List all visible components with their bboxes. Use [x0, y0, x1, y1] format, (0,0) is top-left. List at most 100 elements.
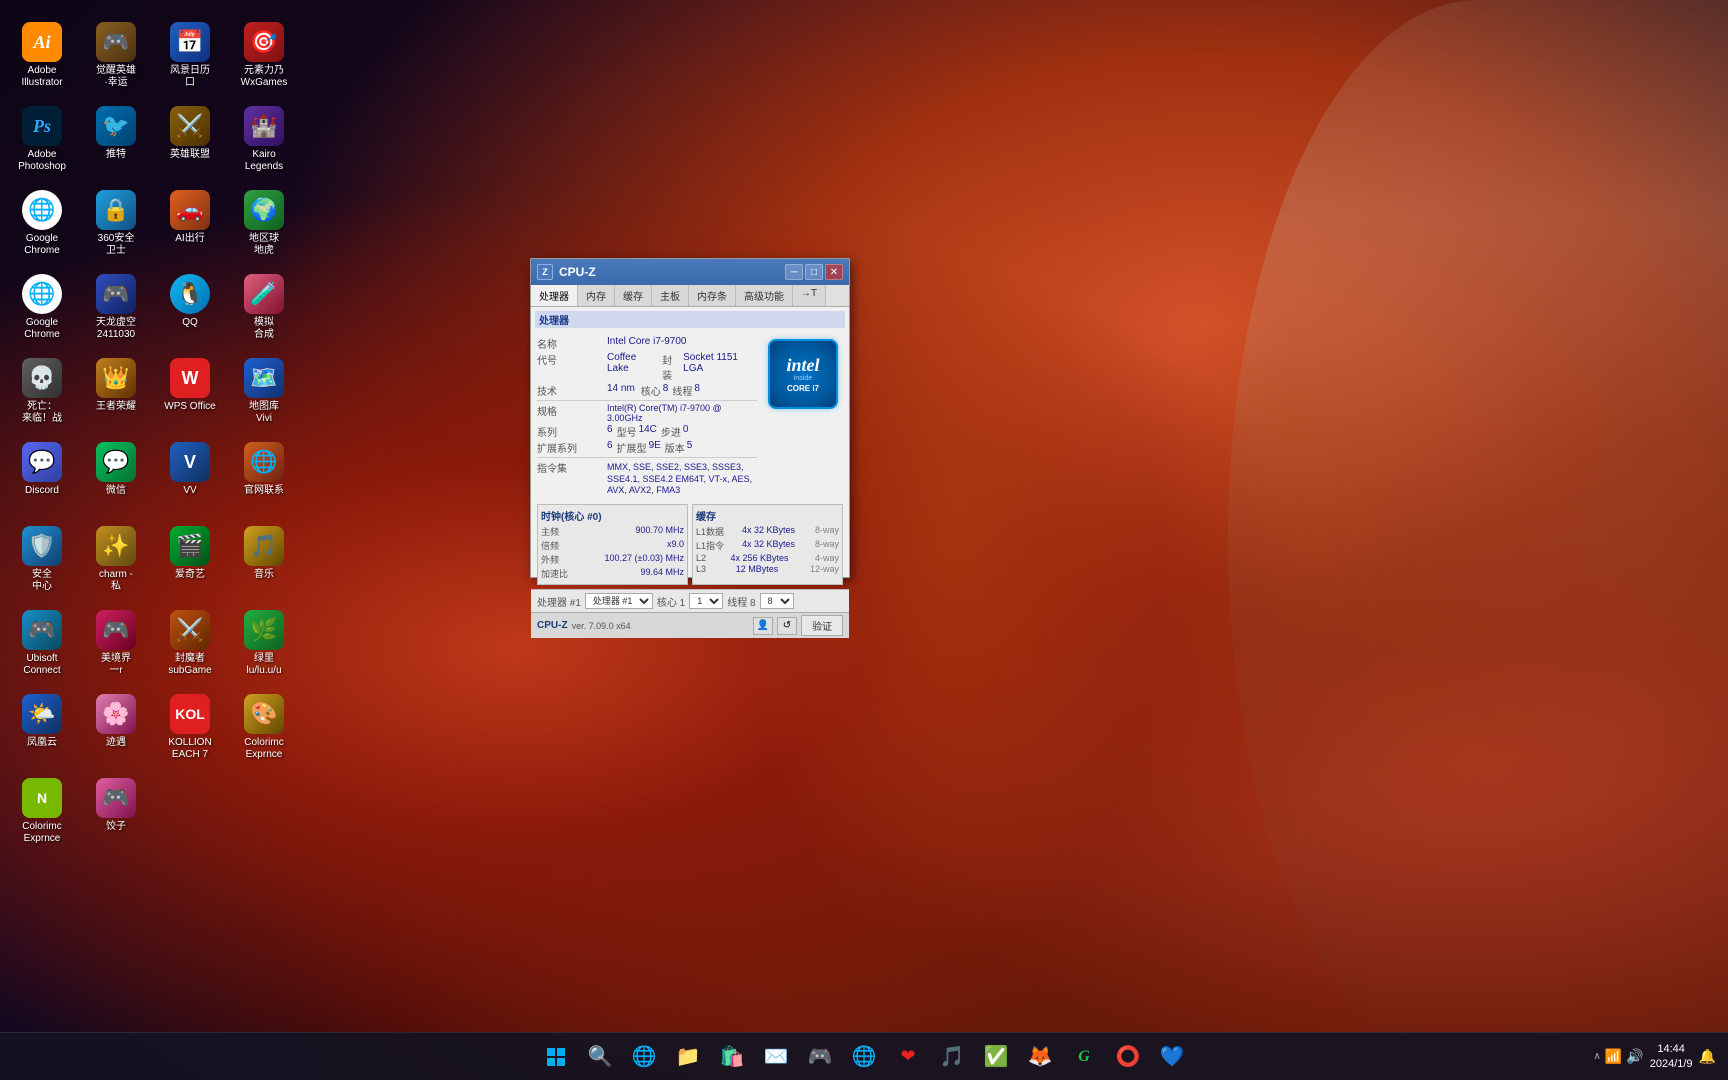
- cache-title: 缓存: [696, 508, 839, 523]
- desktop-icon-twitter[interactable]: 🐦 推特: [82, 102, 150, 182]
- cpu-threads-value: 8: [694, 383, 700, 398]
- wxgames-icon: 🎯: [244, 22, 284, 62]
- desktop-icon-fengwu[interactable]: 🎮 觉醒英雄·幸运: [82, 18, 150, 98]
- desktop-icon-nvidia[interactable]: N ColorimcExprnce: [8, 774, 76, 854]
- desktop-icon-fengyun[interactable]: 🌤️ 凤凰云: [8, 690, 76, 770]
- ubisoft-label: UbisoftConnect: [23, 653, 60, 677]
- desktop-icon-security[interactable]: 🛡️ 安全中心: [8, 522, 76, 602]
- desktop-icon-wechat[interactable]: 💬 微信: [82, 438, 150, 518]
- search-button[interactable]: 🔍: [580, 1037, 620, 1077]
- window-titlebar[interactable]: Z CPU-Z ─ □ ✕: [531, 259, 849, 285]
- desktop-icon-kairo[interactable]: 🏰 KairoLegends: [230, 102, 298, 182]
- maximize-button[interactable]: □: [805, 264, 823, 280]
- l1data-label: L1数据: [696, 525, 724, 538]
- desktop-icon-charm[interactable]: ✨ charm -私: [82, 522, 150, 602]
- multiplier-row: 倍频 x9.0: [541, 539, 684, 552]
- chrome-taskbar-button[interactable]: 🌐: [844, 1037, 884, 1077]
- l1inst-row: L1指令 4x 32 KBytes 8-way: [696, 539, 839, 552]
- desktop-icon-yinyue[interactable]: 🎵 音乐: [230, 522, 298, 602]
- meijing-icon: 🎮: [96, 610, 136, 650]
- chrome-label: GoogleChrome: [24, 233, 60, 257]
- cpu-step-label: 步进: [661, 424, 681, 439]
- firefox-button[interactable]: 🦊: [1020, 1037, 1060, 1077]
- desktop-icon-moji[interactable]: 🧪 模拟合成: [230, 270, 298, 350]
- desktop-icon-jiyu[interactable]: 🌸 迹遇: [82, 690, 150, 770]
- desktop-icon-lianmeng[interactable]: ⚔️ 英雄联盟: [156, 102, 224, 182]
- intel-inside: inside: [794, 375, 812, 382]
- tab-cpu[interactable]: 处理器: [531, 285, 578, 307]
- tray-chevron[interactable]: ∧: [1594, 1051, 1601, 1062]
- dihuqu-label: 地区球地虎: [249, 233, 279, 257]
- desktop-icon-360[interactable]: 🔒 360安全卫士: [82, 186, 150, 266]
- cpu-ext-row: 扩展系列 6 扩展型 9E 版本 5: [537, 440, 757, 455]
- nvidia-icon: N: [22, 778, 62, 818]
- desktop-icon-discord[interactable]: 💬 Discord: [8, 438, 76, 518]
- desktop-icon-meijing[interactable]: 🎮 美境界一r: [82, 606, 150, 686]
- desktop-icon-ai[interactable]: Ai AdobeIllustrator: [8, 18, 76, 98]
- fengwu-icon: 🎮: [96, 22, 136, 62]
- tab-memory[interactable]: 内存: [578, 285, 615, 306]
- firefox-icon: 🦊: [1028, 1044, 1053, 1069]
- desktop-icon-colorimc[interactable]: 🎨 ColorimcExprnce: [230, 690, 298, 770]
- desktop-icon-fengmo[interactable]: ⚔️ 封魔者subGame: [156, 606, 224, 686]
- person-icon-btn[interactable]: 👤: [753, 617, 773, 635]
- cpu-select-dropdown[interactable]: 处理器 #1: [585, 593, 653, 609]
- desktop-icon-vivid[interactable]: 🗺️ 地图库Vivi: [230, 354, 298, 434]
- desktop-icon-guanwang[interactable]: 🌐 官网联系: [230, 438, 298, 518]
- music-button[interactable]: 🎵: [932, 1037, 972, 1077]
- fengwu-label: 觉醒英雄·幸运: [96, 65, 136, 89]
- desktop-icon-chrome[interactable]: 🌐 GoogleChrome: [8, 186, 76, 266]
- desktop-icon-rili[interactable]: 📅 风景日历口: [156, 18, 224, 98]
- desktop-icon-kol[interactable]: KOL KOLLIONEACH 7: [156, 690, 224, 770]
- desktop-icon-ps[interactable]: Ps AdobePhotoshop: [8, 102, 76, 182]
- ubisoft-icon: 🎮: [22, 610, 62, 650]
- start-button[interactable]: [536, 1037, 576, 1077]
- intel-model: CORE i7: [787, 384, 819, 393]
- mail-button[interactable]: ✉️: [756, 1037, 796, 1077]
- thread-select[interactable]: 8: [760, 593, 794, 609]
- red-app-button[interactable]: ❤: [888, 1037, 928, 1077]
- validate-button[interactable]: 验证: [801, 615, 843, 636]
- close-button[interactable]: ✕: [825, 264, 843, 280]
- desktop-icon-luli[interactable]: 🌿 绿里lu/lu.u/u: [230, 606, 298, 686]
- blue-app-button[interactable]: 💙: [1152, 1037, 1192, 1077]
- green-app-button[interactable]: G: [1064, 1037, 1104, 1077]
- tab-cache[interactable]: 缓存: [615, 285, 652, 306]
- circle-app-button[interactable]: ⭕: [1108, 1037, 1148, 1077]
- colorimc-label: ColorimcExprnce: [244, 737, 283, 761]
- mail-icon: ✉️: [764, 1044, 789, 1069]
- explorer-button[interactable]: 📁: [668, 1037, 708, 1077]
- tab-mainboard[interactable]: 主板: [652, 285, 689, 306]
- game-button[interactable]: 🎮: [800, 1037, 840, 1077]
- desktop-icon-aichuxing[interactable]: 🚗 AI出行: [156, 186, 224, 266]
- desktop-icon-futuregames[interactable]: 🎮 天龙虚空2411030: [82, 270, 150, 350]
- desktop-icon-dihuqu[interactable]: 🌍 地区球地虎: [230, 186, 298, 266]
- refresh-icon-btn[interactable]: ↺: [777, 617, 797, 635]
- tab-dimm[interactable]: 内存条: [689, 285, 736, 306]
- desktop-icon-qq[interactable]: 🐧 QQ: [156, 270, 224, 350]
- desktop-icon-iqiyi[interactable]: 🎬 爱奇艺: [156, 522, 224, 602]
- todo-button[interactable]: ✅: [976, 1037, 1016, 1077]
- desktop-icon-ubisoft[interactable]: 🎮 UbisoftConnect: [8, 606, 76, 686]
- taskbar-center: 🔍 🌐 📁 🛍️ ✉️ 🎮 🌐 ❤: [536, 1037, 1192, 1077]
- desktop-icon-chrome2[interactable]: 🌐 GoogleChrome: [8, 270, 76, 350]
- desktop-icon-death[interactable]: 💀 死亡：来临！战: [8, 354, 76, 434]
- tab-arrow[interactable]: →T: [793, 285, 826, 306]
- tab-advanced[interactable]: 高级功能: [736, 285, 793, 306]
- vivid-icon: 🗺️: [244, 358, 284, 398]
- desktop-icon-jiaozi[interactable]: 🎮 饺子: [82, 774, 150, 854]
- desktop-icon-vv[interactable]: V VV: [156, 438, 224, 518]
- core-select[interactable]: 1: [689, 593, 723, 609]
- desktop-icon-wxgames[interactable]: 🎯 元素力乃WxGames: [230, 18, 298, 98]
- store-button[interactable]: 🛍️: [712, 1037, 752, 1077]
- futuregames-label: 天龙虚空2411030: [96, 317, 136, 341]
- desktop-icon-wps[interactable]: W WPS Office: [156, 354, 224, 434]
- edge-button[interactable]: 🌐: [624, 1037, 664, 1077]
- multiplier-value: x9.0: [667, 539, 684, 552]
- notification-icon[interactable]: 🔔: [1699, 1048, 1716, 1065]
- desktop-icon-wangzhe[interactable]: 👑 王者荣耀: [82, 354, 150, 434]
- cpu-rev-value: 5: [687, 440, 693, 455]
- cpu-tech-value: 14 nm: [607, 383, 635, 398]
- cpu-model-value: 14C: [639, 424, 657, 439]
- minimize-button[interactable]: ─: [785, 264, 803, 280]
